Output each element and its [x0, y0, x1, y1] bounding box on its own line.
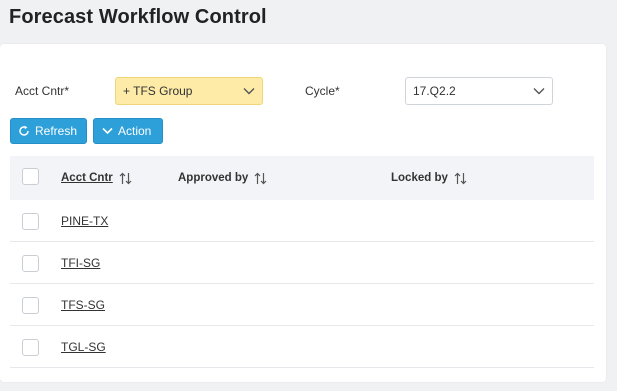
- column-header-label: Approved by: [178, 172, 249, 184]
- table-row: PINE-TX: [10, 200, 594, 242]
- acct-cntr-label: Acct Cntr*: [15, 84, 70, 98]
- cycle-value: 17.Q2.2: [413, 84, 456, 98]
- acct-cntr-link[interactable]: TFI-SG: [61, 242, 100, 284]
- column-header-label: Acct Cntr: [61, 172, 113, 184]
- acct-cntr-link[interactable]: PINE-TX: [61, 200, 108, 242]
- row-checkbox[interactable]: [22, 339, 39, 356]
- acct-cntr-select[interactable]: + TFS Group: [115, 77, 263, 105]
- chevron-down-icon: [236, 87, 262, 95]
- acct-cntr-value: + TFS Group: [123, 84, 193, 98]
- refresh-icon: [18, 125, 30, 137]
- column-header-label: Locked by: [391, 172, 448, 184]
- action-button[interactable]: Action: [93, 118, 163, 144]
- page-title: Forecast Workflow Control: [9, 6, 267, 28]
- chevron-down-icon: [101, 125, 113, 137]
- column-header-locked-by[interactable]: Locked by: [391, 156, 467, 200]
- refresh-label: Refresh: [35, 124, 78, 138]
- sort-icon: [454, 172, 467, 185]
- refresh-button[interactable]: Refresh: [10, 118, 87, 144]
- table-row: TGL-SG: [10, 326, 594, 368]
- cycle-select[interactable]: 17.Q2.2: [405, 77, 553, 105]
- acct-cntr-link[interactable]: TFS-SG: [61, 284, 105, 326]
- table-row: TFS-SG: [10, 284, 594, 326]
- chevron-down-icon: [526, 87, 552, 95]
- cycle-label: Cycle*: [305, 84, 340, 98]
- acct-cntr-link[interactable]: TGL-SG: [61, 326, 106, 368]
- table-header: Acct Cntr Approved by Locked by: [10, 156, 594, 200]
- workflow-table: Acct Cntr Approved by Locked by PINE-TX …: [10, 156, 594, 368]
- row-checkbox[interactable]: [22, 213, 39, 230]
- sort-icon: [254, 172, 267, 185]
- column-header-acct-cntr[interactable]: Acct Cntr: [61, 156, 132, 200]
- action-label: Action: [118, 124, 152, 138]
- column-header-approved-by[interactable]: Approved by: [178, 156, 267, 200]
- table-row: TFI-SG: [10, 242, 594, 284]
- select-all-checkbox[interactable]: [22, 168, 39, 185]
- sort-icon: [119, 172, 132, 185]
- row-checkbox[interactable]: [22, 255, 39, 272]
- row-checkbox[interactable]: [22, 297, 39, 314]
